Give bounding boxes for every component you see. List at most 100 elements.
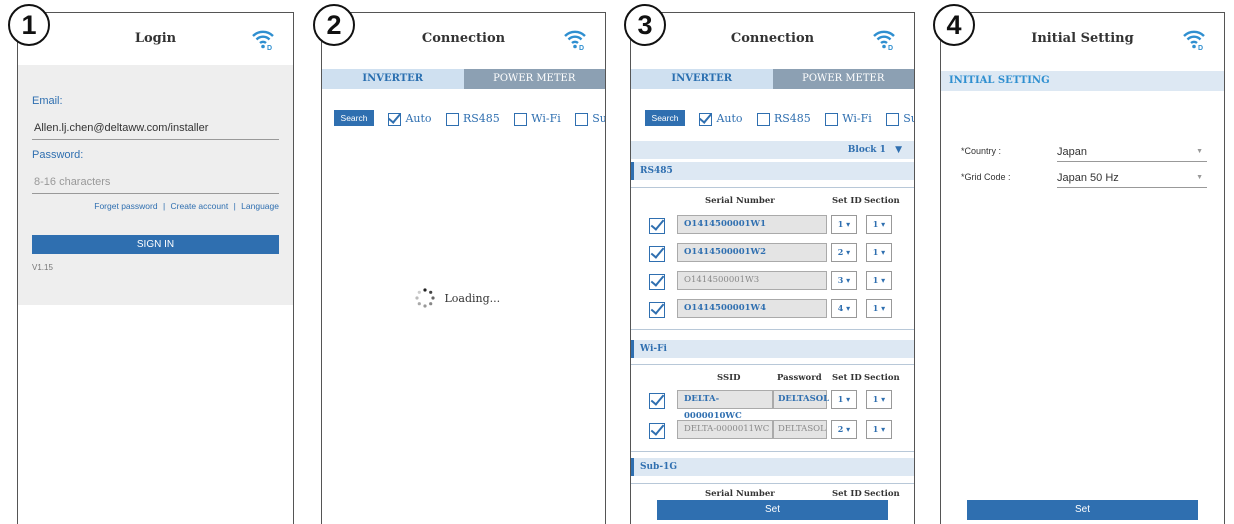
svg-text:D: D	[267, 45, 272, 51]
option-sub1g[interactable]: Sub-1G	[886, 112, 914, 126]
ssid-field: DELTA-0000010WC	[677, 390, 773, 421]
connection-loading-screen: Connection D INVERTER POWER METER Search…	[321, 12, 606, 524]
option-wifi[interactable]: Wi-Fi	[825, 112, 872, 126]
wifi-password-field: DELTASOL	[773, 390, 829, 409]
set-button[interactable]: Set	[657, 500, 888, 520]
row-checkbox[interactable]	[649, 274, 665, 290]
column-header-section: Section	[864, 489, 900, 499]
set-id-select[interactable]: 1 ▾	[831, 390, 857, 409]
dropdown-arrow-icon: ▼	[895, 145, 902, 155]
row-checkbox[interactable]	[649, 246, 665, 262]
section-select[interactable]: 1 ▾	[866, 243, 892, 262]
checkbox-icon[interactable]	[388, 112, 402, 126]
set-id-select[interactable]: 2 ▾	[831, 243, 857, 262]
sign-in-button[interactable]: SIGN IN	[32, 235, 279, 254]
section-select[interactable]: 1 ▾	[866, 299, 892, 318]
grid-code-select[interactable]: Japan 50 Hz ▼	[1057, 169, 1207, 188]
set-id-select[interactable]: 2 ▾	[831, 420, 857, 439]
email-field[interactable]: Allen.lj.chen@deltaww.com/installer	[32, 117, 279, 140]
loading-indicator: Loading...	[414, 287, 500, 309]
section-select[interactable]: 1 ▾	[866, 271, 892, 290]
column-header-section: Section	[864, 196, 900, 206]
serial-number-field: O1414500001W4	[677, 299, 827, 318]
search-button[interactable]: Search	[645, 109, 685, 126]
header: Connection D	[322, 13, 605, 65]
wifi-icon[interactable]: D	[1182, 27, 1206, 51]
language-link[interactable]: Language	[241, 201, 279, 211]
column-header-set-id: Set ID	[832, 373, 862, 383]
dropdown-arrow-icon: ▼	[1196, 148, 1203, 155]
step-badge-1: 1	[8, 4, 50, 46]
account-links: Forget password | Create account | Langu…	[18, 201, 279, 211]
checkbox-icon[interactable]	[886, 112, 900, 126]
checkbox-icon[interactable]	[445, 112, 459, 126]
section-select[interactable]: 1 ▾	[866, 420, 892, 439]
option-auto[interactable]: Auto	[388, 112, 432, 126]
tab-inverter[interactable]: INVERTER	[322, 69, 464, 89]
divider	[631, 364, 914, 365]
set-id-select[interactable]: 1 ▾	[831, 215, 857, 234]
row-checkbox[interactable]	[649, 393, 665, 409]
header: Connection D	[631, 13, 914, 65]
checkbox-icon[interactable]	[575, 112, 589, 126]
link-separator: |	[162, 201, 166, 211]
serial-number-field: O1414500001W3	[677, 271, 827, 290]
divider	[631, 483, 914, 484]
spinner-icon	[415, 288, 435, 308]
section-select[interactable]: 1 ▾	[866, 390, 892, 409]
divider	[631, 187, 914, 188]
svg-text:D: D	[1198, 45, 1203, 51]
block-selector[interactable]: Block 1 ▼	[848, 141, 902, 159]
connection-results-screen: Connection D INVERTER POWER METER Search…	[630, 12, 915, 524]
row-checkbox[interactable]	[649, 423, 665, 439]
row-checkbox[interactable]	[649, 218, 665, 234]
checkbox-icon[interactable]	[756, 112, 770, 126]
option-wifi[interactable]: Wi-Fi	[514, 112, 561, 126]
password-field[interactable]: 8-16 characters	[32, 171, 279, 194]
tab-power-meter[interactable]: POWER METER	[772, 69, 914, 89]
option-sub1g[interactable]: Sub-1G	[575, 112, 605, 126]
serial-number-field: O1414500001W1	[677, 215, 827, 234]
ssid-field: DELTA-0000011WC	[677, 420, 773, 439]
column-header-serial: Serial Number	[705, 489, 775, 499]
wifi-icon[interactable]: D	[563, 27, 587, 51]
svg-text:D: D	[579, 45, 584, 51]
forget-password-link[interactable]: Forget password	[94, 201, 157, 211]
grid-code-label: *Grid Code :	[961, 172, 1011, 182]
column-header-password: Password	[777, 373, 822, 383]
set-id-select[interactable]: 4 ▾	[831, 299, 857, 318]
row-checkbox[interactable]	[649, 302, 665, 318]
loading-text: Loading...	[444, 291, 501, 305]
tab-inverter[interactable]: INVERTER	[631, 69, 773, 89]
checkbox-icon[interactable]	[514, 112, 528, 126]
column-header-ssid: SSID	[717, 373, 741, 383]
search-button[interactable]: Search	[334, 109, 374, 126]
set-button[interactable]: Set	[967, 500, 1198, 520]
country-select[interactable]: Japan ▼	[1057, 143, 1207, 162]
search-row: Search Auto RS485 Wi-Fi Sub-1G	[645, 109, 914, 129]
column-header-set-id: Set ID	[832, 196, 862, 206]
email-label: Email:	[32, 95, 63, 107]
svg-text:D: D	[888, 45, 893, 51]
checkbox-icon[interactable]	[825, 112, 839, 126]
wifi-icon[interactable]: D	[251, 27, 275, 51]
option-auto[interactable]: Auto	[699, 112, 743, 126]
create-account-link[interactable]: Create account	[171, 201, 229, 211]
option-rs485[interactable]: RS485	[445, 112, 500, 126]
dropdown-arrow-icon: ▼	[1196, 174, 1203, 181]
tab-power-meter[interactable]: POWER METER	[463, 69, 605, 89]
initial-setting-screen: Initial Setting D INITIAL SETTING *Count…	[940, 12, 1225, 524]
block-selector-bar: Block 1 ▼	[631, 141, 914, 159]
section-rs485: RS485	[631, 162, 914, 180]
login-form-panel: Email: Allen.lj.chen@deltaww.com/install…	[18, 65, 293, 305]
option-rs485[interactable]: RS485	[756, 112, 811, 126]
set-id-select[interactable]: 3 ▾	[831, 271, 857, 290]
column-header-serial: Serial Number	[705, 196, 775, 206]
wifi-icon[interactable]: D	[872, 27, 896, 51]
checkbox-icon[interactable]	[699, 112, 713, 126]
serial-number-field: O1414500001W2	[677, 243, 827, 262]
login-screen: Login D Email: Allen.lj.chen@deltaww.com…	[17, 12, 294, 524]
tab-bar: INVERTER POWER METER	[631, 69, 914, 89]
section-select[interactable]: 1 ▾	[866, 215, 892, 234]
header: Login D	[18, 13, 293, 65]
